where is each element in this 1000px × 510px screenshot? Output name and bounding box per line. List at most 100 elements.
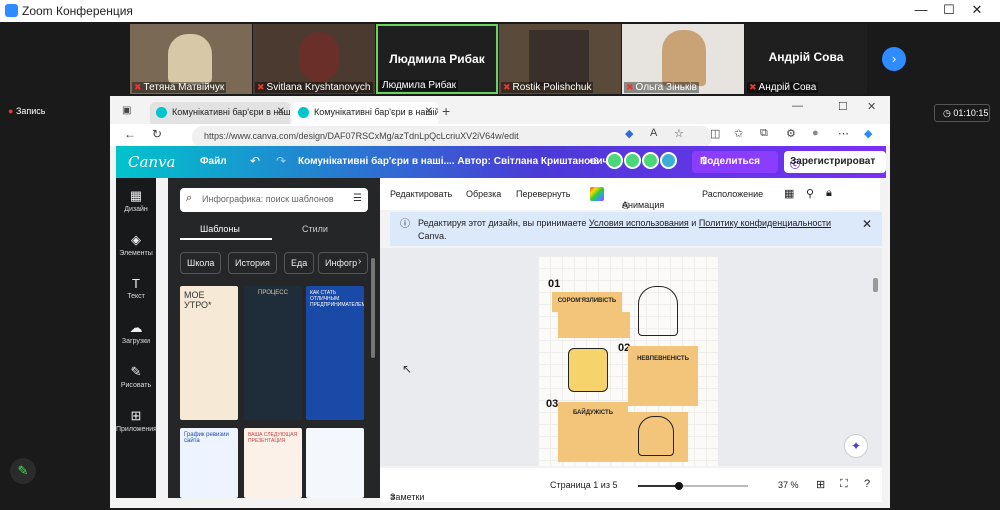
document-title[interactable]: Комунікативні бар'єри в наші.... Автор: … (298, 156, 608, 167)
step-note[interactable]: НЕВПЕВНЕНІСТЬ (628, 346, 698, 406)
favorite-star-icon[interactable]: ☆ (674, 127, 684, 140)
participant-name: Андрій Сова (758, 82, 817, 93)
participant-tile[interactable]: ✖ Тетяна Матвійчук (130, 24, 252, 94)
terms-link[interactable]: Условия использования (589, 218, 689, 228)
profile-avatar[interactable]: ● (812, 127, 819, 139)
back-icon[interactable]: ← (124, 127, 136, 141)
canvas-scrollbar[interactable] (873, 278, 878, 292)
rail-label: Приложения (116, 426, 157, 433)
page-indicator[interactable]: Страница 1 из 5 (550, 480, 617, 490)
tab-close-icon[interactable]: ✕ (277, 106, 285, 117)
collaborator-avatar[interactable] (624, 152, 641, 169)
tab-actions-icon[interactable]: ▣ (122, 105, 131, 116)
search-icon: ⌕ (186, 192, 193, 204)
category-chip[interactable]: Еда (284, 252, 315, 274)
favorites-icon[interactable]: ✩ (734, 127, 743, 140)
position-button[interactable]: Расположение (702, 189, 763, 199)
read-aloud-icon[interactable]: A (650, 127, 657, 139)
lock-icon[interactable]: 🔒︎ (826, 187, 832, 200)
collaborator-avatar[interactable] (660, 152, 677, 169)
flip-button[interactable]: Перевернуть (516, 189, 570, 199)
participant-tile[interactable]: Андрій Сова ✖ Андрій Сова (745, 24, 867, 94)
collaborator-avatar[interactable] (606, 152, 623, 169)
rail-uploads[interactable]: ☁ Загрузки (116, 320, 156, 345)
template-thumbnail[interactable]: График ревизии сайта (180, 428, 238, 498)
zoom-slider-knob[interactable] (674, 482, 683, 490)
url-input[interactable]: https://www.canva.com/design/DAF07RSCxMg… (192, 126, 712, 148)
step-note[interactable]: СОРОМ'ЯЗЛИВІСТЬ (552, 292, 622, 312)
register-button[interactable]: ⓒ Зарегистрироват (784, 151, 886, 173)
copilot-icon[interactable]: ◆ (864, 127, 872, 140)
tab-close-icon[interactable]: ✕ (425, 106, 433, 117)
extensions-icon[interactable]: ⚙ (786, 127, 796, 140)
collections-icon[interactable]: ⧉ (760, 127, 768, 140)
step-label: СОРОМ'ЯЗЛИВІСТЬ (557, 298, 617, 304)
new-tab-icon[interactable]: + (442, 103, 450, 119)
step-note[interactable]: БАЙДУЖІСТЬ (558, 402, 628, 462)
browser-tab[interactable]: Комунікативні бар'єри в нашій... ✕ (150, 102, 290, 124)
minimize-icon[interactable]: — (910, 2, 932, 20)
close-icon[interactable]: ✕ (966, 2, 988, 20)
next-participants-icon[interactable]: › (882, 47, 906, 71)
crop-button[interactable]: Обрезка (466, 189, 501, 199)
file-menu-button[interactable]: Файл (200, 156, 227, 167)
participant-tile-active[interactable]: Людмила Рибак Людмила Рибак (376, 24, 498, 94)
collaborator-count[interactable]: +3 (588, 156, 598, 166)
participant-tile[interactable]: ✖ Svitlana Kryshtanovych (253, 24, 375, 94)
recording-indicator[interactable]: ● Запись (8, 106, 45, 116)
participant-tile[interactable]: ✖ Rostik Polishchuk (499, 24, 621, 94)
category-chip[interactable]: Школа (180, 252, 222, 274)
help-icon[interactable]: ? (864, 478, 870, 490)
more-icon[interactable]: ⋯ (838, 127, 849, 140)
fullscreen-icon[interactable]: ⛶ (840, 478, 848, 491)
template-thumbnail[interactable]: ВАША СЛЕДУЮЩАЯ ПРЕЗЕНТАЦИЯ (244, 428, 302, 498)
rail-apps[interactable]: ⊞ Приложения (116, 408, 157, 433)
record-icon: ● (8, 106, 14, 116)
maximize-icon[interactable]: ☐ (938, 2, 960, 20)
transparency-icon[interactable]: ▦ (784, 187, 794, 200)
rail-text[interactable]: T Текст (116, 276, 156, 300)
annotate-pen-icon[interactable]: ✎ (10, 458, 36, 484)
design-canvas-area[interactable]: 01 СОРОМ'ЯЗЛИВІСТЬ 02 НЕВПЕВНЕНІСТЬ 03 Б… (380, 248, 882, 466)
canva-logo[interactable]: Canva (128, 153, 176, 171)
maximize-icon[interactable]: ☐ (838, 100, 848, 113)
close-icon[interactable]: ✕ (867, 100, 876, 113)
template-thumbnail[interactable] (306, 428, 364, 498)
category-chip[interactable]: История (228, 252, 277, 274)
tag-icon[interactable]: ◆ (625, 127, 633, 140)
share-button[interactable]: ⇪ Поделиться (692, 151, 778, 173)
minimize-icon[interactable]: — (792, 100, 803, 112)
split-screen-icon[interactable]: ◫ (710, 127, 720, 140)
close-notice-icon[interactable]: ✕ (862, 218, 872, 231)
filter-icon[interactable]: ☰ (353, 193, 362, 204)
participant-name: Svitlana Kryshtanovych (266, 82, 371, 93)
browser-tab-active[interactable]: Комунікативні бар'єри в нашій... ✕ (292, 102, 438, 124)
video-feed (299, 32, 339, 82)
undo-icon[interactable]: ↶ (250, 154, 260, 168)
zoom-slider[interactable] (638, 482, 748, 490)
rail-design[interactable]: ▦ Дизайн (116, 188, 156, 213)
template-thumbnail[interactable]: ПРОЦЕСС (244, 286, 302, 420)
template-search-input[interactable]: ⌕ Инфографика: поиск шаблонов ☰ (180, 188, 368, 212)
tab-templates[interactable]: Шаблоны (200, 224, 240, 234)
zoom-value[interactable]: 37 % (778, 480, 799, 490)
magic-assistant-icon[interactable]: ✦ (844, 434, 868, 458)
refresh-icon[interactable]: ↻ (152, 127, 162, 141)
template-thumbnail[interactable]: МОЕ УТРО* (180, 286, 238, 420)
participant-tile[interactable]: ✖ Ольга Зіньків (622, 24, 744, 94)
copy-style-icon[interactable]: ⚲ (806, 187, 814, 200)
panel-scrollbar[interactable] (371, 258, 375, 358)
privacy-link[interactable]: Политику конфиденциальности (699, 218, 831, 228)
chevron-right-icon[interactable]: › (358, 256, 361, 267)
design-page[interactable]: 01 СОРОМ'ЯЗЛИВІСТЬ 02 НЕВПЕВНЕНІСТЬ 03 Б… (538, 256, 718, 466)
grid-view-icon[interactable]: ⊞ (816, 478, 825, 491)
collaborator-avatar[interactable] (642, 152, 659, 169)
rail-draw[interactable]: ✎ Рисовать (116, 364, 156, 389)
muted-mic-icon: ✖ (749, 82, 757, 92)
edit-button[interactable]: Редактировать (390, 189, 452, 199)
template-thumbnail[interactable]: КАК СТАТЬ ОТЛИЧНЫМ ПРЕДПРИНИМАТЕЛЕМ (306, 286, 364, 420)
rail-elements[interactable]: ◈ Элементы (116, 232, 156, 257)
color-picker-icon[interactable] (590, 187, 604, 201)
redo-icon[interactable]: ↷ (276, 154, 286, 168)
tab-styles[interactable]: Стили (302, 224, 328, 234)
